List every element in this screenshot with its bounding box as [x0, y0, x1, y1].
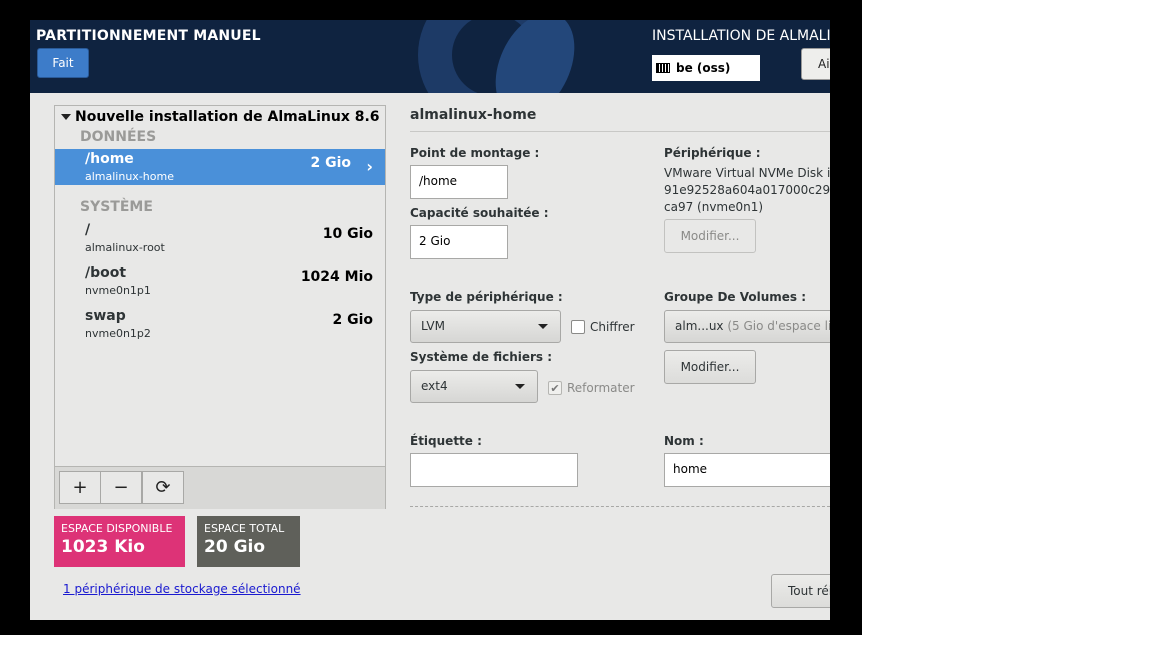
partition-row-root[interactable]: / almalinux-root 10 Gio	[55, 220, 385, 256]
keyboard-icon	[656, 63, 670, 73]
page-title: PARTITIONNEMENT MANUEL	[36, 28, 261, 44]
partition-size: 2 Gio	[310, 155, 351, 171]
available-space-label: ESPACE DISPONIBLE	[61, 522, 173, 535]
name-input[interactable]: home	[664, 453, 830, 487]
expander-arrow-icon[interactable]	[61, 114, 71, 120]
filesystem-select[interactable]: ext4	[410, 370, 538, 403]
total-space-value: 20 Gio	[204, 537, 266, 557]
mount-point-input[interactable]: /home	[410, 165, 508, 199]
remove-partition-button[interactable]: −	[100, 471, 142, 504]
section-label-system: SYSTÈME	[80, 199, 153, 215]
available-space-value: 1023 Kio	[61, 537, 145, 557]
partition-tree-panel: Nouvelle installation de AlmaLinux 8.6 D…	[54, 105, 386, 509]
checkbox-icon[interactable]	[571, 320, 585, 334]
reset-all-button[interactable]: Tout réinitialiser	[771, 574, 830, 608]
encrypt-checkbox[interactable]: Chiffrer	[571, 320, 635, 334]
device-description: VMware Virtual NVMe Disk i... 91e92528a6…	[664, 165, 830, 216]
dropdown-arrow-icon	[515, 384, 525, 389]
volume-group-value: alm...ux	[675, 319, 724, 333]
header-bar: PARTITIONNEMENT MANUEL Fait INSTALLATION…	[30, 20, 830, 93]
volume-group-select[interactable]: alm...ux (5 Gio d'espace libre)	[664, 310, 830, 343]
mount-point-label: Point de montage :	[410, 146, 540, 160]
partition-mount: /home	[85, 151, 134, 167]
partition-mount: swap	[85, 308, 126, 324]
tree-root-label: Nouvelle installation de AlmaLinux 8.6	[75, 109, 380, 125]
device-type-label: Type de périphérique :	[410, 290, 563, 304]
partition-mount: /	[85, 222, 91, 238]
keyboard-layout-label: be (oss)	[676, 61, 731, 75]
partition-toolbar: + − ⟳	[55, 466, 385, 509]
add-partition-button[interactable]: +	[59, 471, 101, 504]
filesystem-label: Système de fichiers :	[410, 350, 553, 364]
name-label: Nom :	[664, 434, 704, 448]
partition-row-boot[interactable]: /boot nvme0n1p1 1024 Mio	[55, 263, 385, 299]
installer-window: PARTITIONNEMENT MANUEL Fait INSTALLATION…	[30, 20, 830, 620]
partition-size: 2 Gio	[332, 312, 373, 328]
refresh-button[interactable]: ⟳	[142, 471, 184, 504]
volume-group-label: Groupe De Volumes :	[664, 290, 807, 304]
device-type-value: LVM	[421, 319, 445, 333]
tag-input[interactable]	[410, 453, 578, 487]
reformat-label: Reformater	[567, 381, 635, 395]
partition-detail-title: almalinux-home	[410, 107, 537, 123]
device-line: VMware Virtual NVMe Disk i...	[664, 166, 830, 180]
volume-group-free-space: (5 Gio d'espace libre)	[727, 319, 830, 333]
partition-mount: /boot	[85, 265, 127, 281]
modify-volume-group-button[interactable]: Modifier...	[664, 350, 756, 384]
device-line: 91e92528a604a017000c29...	[664, 183, 830, 197]
install-title: INSTALLATION DE ALMALINUX 8.6	[652, 28, 830, 44]
dashed-separator	[410, 506, 830, 507]
partition-device: nvme0n1p1	[85, 284, 151, 297]
total-space-box: ESPACE TOTAL 20 Gio	[197, 516, 300, 567]
partition-device: nvme0n1p2	[85, 327, 151, 340]
available-space-box: ESPACE DISPONIBLE 1023 Kio	[54, 516, 185, 567]
checkmark-icon[interactable]: ✔	[548, 381, 562, 395]
modify-device-button[interactable]: Modifier...	[664, 219, 756, 253]
partition-row-home[interactable]: /home almalinux-home 2 Gio ›	[55, 149, 385, 185]
screen-frame: PARTITIONNEMENT MANUEL Fait INSTALLATION…	[0, 0, 862, 635]
partition-device: almalinux-home	[85, 170, 174, 183]
partition-size: 1024 Mio	[300, 269, 373, 285]
partition-size: 10 Gio	[322, 226, 373, 242]
encrypt-label: Chiffrer	[590, 320, 635, 334]
filesystem-value: ext4	[421, 379, 448, 393]
section-label-data: DONNÉES	[80, 129, 157, 145]
keyboard-layout-indicator[interactable]: be (oss)	[652, 55, 760, 81]
capacity-label: Capacité souhaitée :	[410, 206, 549, 220]
total-space-label: ESPACE TOTAL	[204, 522, 285, 535]
device-line: ca97 (nvme0n1)	[664, 200, 764, 214]
storage-devices-link[interactable]: 1 périphérique de stockage sélectionné	[63, 582, 301, 596]
help-button[interactable]: Aide !	[801, 48, 830, 80]
tree-root-title[interactable]: Nouvelle installation de AlmaLinux 8.6	[61, 109, 380, 125]
partition-row-swap[interactable]: swap nvme0n1p2 2 Gio	[55, 306, 385, 342]
device-label: Périphérique :	[664, 146, 761, 160]
dropdown-arrow-icon	[538, 324, 548, 329]
reformat-checkbox[interactable]: ✔ Reformater	[548, 381, 635, 395]
tag-label: Étiquette :	[410, 434, 482, 448]
done-button[interactable]: Fait	[37, 48, 89, 78]
device-type-select[interactable]: LVM	[410, 310, 561, 343]
chevron-right-icon: ›	[366, 157, 373, 176]
partition-device: almalinux-root	[85, 241, 165, 254]
divider	[410, 131, 830, 132]
capacity-input[interactable]: 2 Gio	[410, 225, 508, 259]
